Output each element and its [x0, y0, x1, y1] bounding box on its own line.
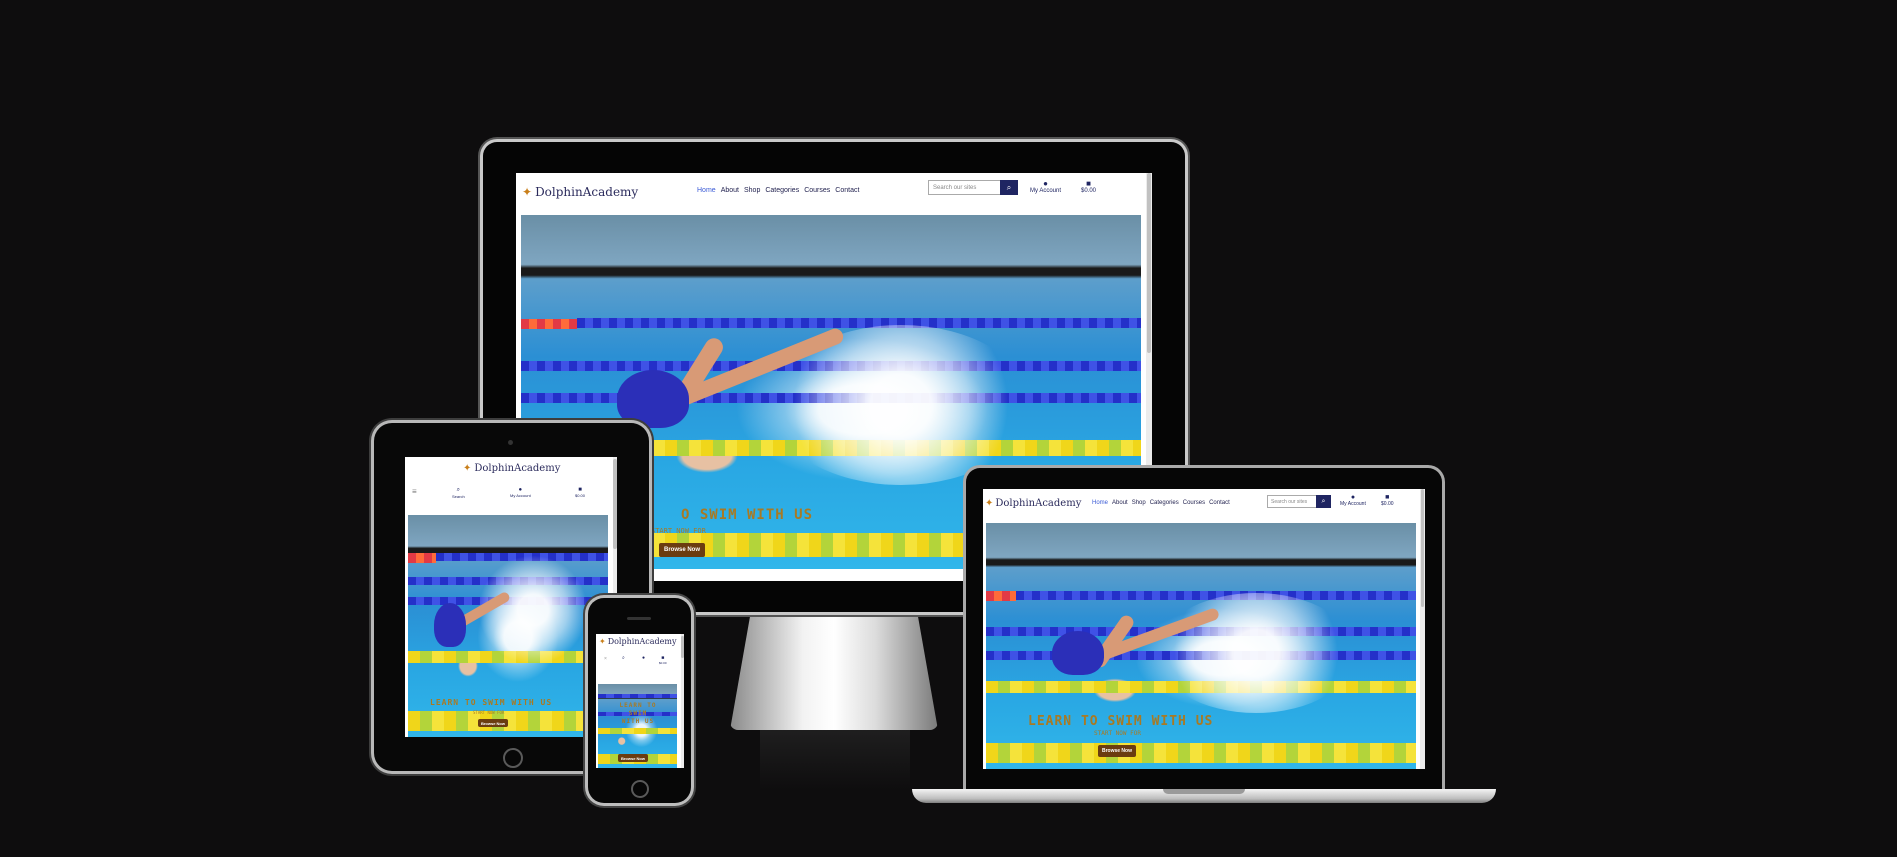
- hero-banner-phone: LEARN TO SWIM WITH US Browse Now: [598, 684, 677, 768]
- phone-screen: ✦ DolphinAcademy × ⌕ ● ■ $0.00 LEARN TO …: [596, 634, 684, 768]
- phone-speaker: [627, 617, 651, 620]
- user-icon: ●: [1350, 494, 1356, 501]
- hero-title: O SWIM WITH US: [681, 507, 814, 523]
- nav-courses[interactable]: Courses: [804, 187, 830, 194]
- nav-contact[interactable]: Contact: [1209, 500, 1230, 506]
- user-icon[interactable]: ●: [642, 655, 645, 661]
- cart-link-phone[interactable]: ■ $0.00: [659, 655, 667, 665]
- browse-now-button-tablet[interactable]: Browse Now: [478, 719, 508, 727]
- hero-title-phone: LEARN TO SWIM WITH US: [613, 702, 663, 726]
- cart-total-phone: $0.00: [659, 661, 667, 665]
- nav-shop[interactable]: Shop: [744, 187, 760, 194]
- search-icon: ⌕: [1321, 497, 1326, 505]
- hero-title-phone-line-2: SWIM: [628, 710, 648, 717]
- shopping-bag-icon: ■: [1086, 179, 1091, 188]
- logo-laptop[interactable]: ✦ DolphinAcademy: [985, 498, 1081, 509]
- hero-subtitle-laptop: START NOW FOR: [1094, 730, 1141, 737]
- search-input[interactable]: Search our sites: [928, 180, 1006, 195]
- cart-total-tablet: $0.00: [575, 493, 586, 498]
- nav-about[interactable]: About: [1112, 500, 1128, 506]
- nav-about[interactable]: About: [721, 187, 739, 194]
- search-placeholder: Search our sites: [1271, 498, 1308, 505]
- search-label: Search: [452, 494, 465, 499]
- browse-now-button[interactable]: Browse Now: [659, 543, 705, 557]
- browse-now-button-phone[interactable]: Browse Now: [618, 754, 648, 762]
- hero-title-phone-line-3: WITH US: [621, 718, 655, 725]
- site-header-laptop: ✦ DolphinAcademy Home About Shop Categor…: [983, 489, 1425, 523]
- hero-title-phone-line-1: LEARN TO: [619, 702, 657, 709]
- browse-now-button-laptop[interactable]: Browse Now: [1098, 745, 1136, 757]
- dolphin-logo-icon: ✦: [522, 185, 533, 199]
- hero-subtitle: START NOW FOR: [651, 527, 706, 535]
- account-link-tablet[interactable]: ● My Account: [510, 487, 531, 498]
- search-icon: ⌕: [1006, 182, 1012, 192]
- dolphin-logo-icon: ✦: [463, 463, 472, 474]
- brand-name-laptop: DolphinAcademy: [995, 498, 1082, 509]
- hero-banner-tablet: LEARN TO SWIM WITH US START NOW FOR Brow…: [408, 515, 608, 737]
- search-icon[interactable]: ⌕: [622, 655, 625, 661]
- brand-name: DolphinAcademy: [535, 185, 639, 199]
- phone-home-button: [631, 780, 649, 798]
- imac-reflection: [760, 730, 910, 790]
- logo-phone[interactable]: ✦ DolphinAcademy: [599, 637, 676, 646]
- logo-tablet[interactable]: ✦ DolphinAcademy: [463, 463, 560, 474]
- nav-categories[interactable]: Categories: [765, 187, 799, 194]
- hero-title-laptop: LEARN TO SWIM WITH US: [1028, 714, 1214, 729]
- main-nav-laptop: Home About Shop Categories Courses Conta…: [1092, 500, 1230, 506]
- nav-home[interactable]: Home: [697, 187, 716, 194]
- close-icon[interactable]: ×: [604, 656, 607, 662]
- tablet-camera: [508, 440, 513, 445]
- main-nav: Home About Shop Categories Courses Conta…: [697, 187, 859, 194]
- brand-name-phone: DolphinAcademy: [607, 637, 677, 646]
- imac-stand: [730, 612, 938, 730]
- search-button-laptop[interactable]: ⌕: [1316, 495, 1331, 508]
- nav-shop[interactable]: Shop: [1132, 500, 1146, 506]
- hamburger-menu-icon[interactable]: ≡: [412, 487, 417, 496]
- cart-total: $0.00: [1081, 188, 1097, 194]
- site-header-phone: ✦ DolphinAcademy × ⌕ ● ■ $0.00: [596, 634, 684, 672]
- cart-total-laptop: $0.00: [1381, 501, 1394, 507]
- site-header-tablet: ✦ DolphinAcademy ≡ ⌕ Search ● My Account…: [405, 457, 617, 515]
- tablet-home-button: [503, 748, 523, 768]
- search-input-laptop[interactable]: Search our sites: [1267, 495, 1318, 508]
- account-label-tablet: My Account: [510, 493, 531, 498]
- shopping-bag-icon: ■: [1385, 494, 1390, 501]
- nav-categories[interactable]: Categories: [1150, 500, 1179, 506]
- user-icon: ●: [1043, 179, 1048, 188]
- cart-link-tablet[interactable]: ■ $0.00: [575, 487, 585, 498]
- laptop-notch: [1163, 789, 1245, 794]
- search-icon: ⌕: [456, 487, 461, 493]
- nav-courses[interactable]: Courses: [1183, 500, 1205, 506]
- account-label-laptop: My Account: [1340, 501, 1366, 507]
- brand-name-tablet: DolphinAcademy: [474, 463, 561, 474]
- cart-link[interactable]: ■ $0.00: [1081, 179, 1096, 194]
- cart-link-laptop[interactable]: ■ $0.00: [1381, 494, 1394, 507]
- search-placeholder: Search our sites: [933, 184, 977, 191]
- dolphin-logo-icon: ✦: [985, 498, 994, 509]
- scrollbar-phone[interactable]: [681, 634, 684, 768]
- account-link[interactable]: ● My Account: [1030, 179, 1061, 194]
- hero-banner-laptop: LEARN TO SWIM WITH US START NOW FOR Brow…: [986, 523, 1416, 769]
- site-header: ✦ DolphinAcademy Home About Shop Categor…: [516, 173, 1152, 215]
- nav-home[interactable]: Home: [1092, 500, 1108, 506]
- account-link-laptop[interactable]: ● My Account: [1340, 494, 1366, 507]
- nav-contact[interactable]: Contact: [835, 187, 859, 194]
- search-button[interactable]: ⌕: [1000, 180, 1018, 195]
- tablet-screen: ✦ DolphinAcademy ≡ ⌕ Search ● My Account…: [405, 457, 617, 737]
- hero-subtitle-tablet: START NOW FOR: [473, 710, 505, 715]
- logo[interactable]: ✦ DolphinAcademy: [522, 185, 638, 199]
- scrollbar-laptop[interactable]: [1420, 489, 1425, 769]
- hero-title-tablet: LEARN TO SWIM WITH US: [430, 698, 553, 707]
- dolphin-logo-icon: ✦: [599, 637, 606, 646]
- laptop-screen: ✦ DolphinAcademy Home About Shop Categor…: [983, 489, 1425, 769]
- search-toggle[interactable]: ⌕ Search: [452, 487, 465, 499]
- account-label: My Account: [1030, 188, 1062, 194]
